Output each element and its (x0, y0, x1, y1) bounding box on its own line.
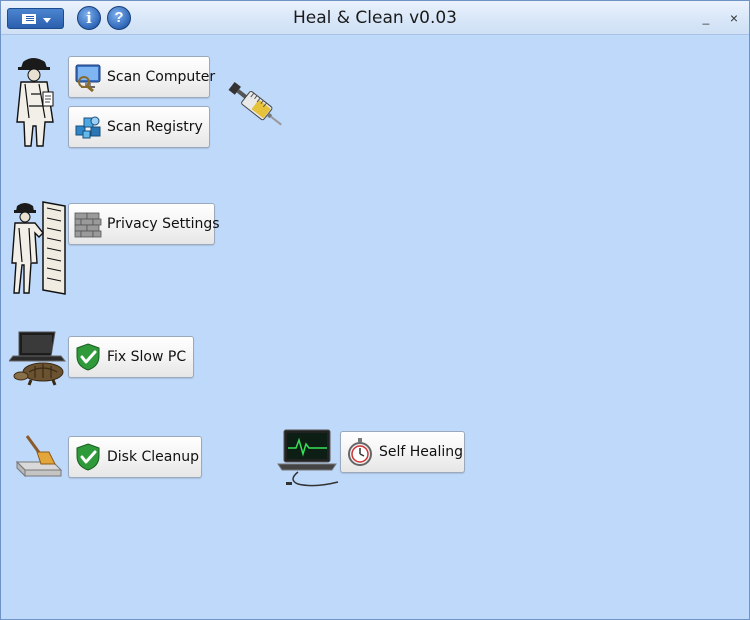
main-panel: Scan Computer Scan Registry Privacy Sett… (1, 36, 749, 619)
syringe-icon (228, 81, 282, 126)
scan-computer-label: Scan Computer (107, 69, 216, 85)
detective-icon (16, 58, 54, 147)
window-title: Heal & Clean v0.03 (292, 8, 457, 28)
close-button[interactable]: × (726, 11, 742, 25)
detective-door-icon (11, 201, 66, 295)
privacy-settings-button[interactable]: Privacy Settings (68, 203, 220, 245)
fix-slow-pc-button[interactable]: Fix Slow PC (68, 336, 194, 378)
disk-cleanup-label: Disk Cleanup (107, 449, 200, 465)
brick-wall-icon (74, 212, 102, 238)
stopwatch-icon (348, 438, 372, 466)
minimize-button[interactable]: _ (698, 11, 714, 25)
scan-registry-button[interactable]: Scan Registry (68, 106, 210, 148)
scan-registry-label: Scan Registry (107, 119, 203, 135)
scan-computer-button[interactable]: Scan Computer (68, 56, 215, 98)
privacy-settings-label: Privacy Settings (107, 216, 220, 232)
self-healing-label: Self Healing (379, 444, 464, 460)
app-window: i ? Heal & Clean v0.03 _ × Scan Computer… (0, 0, 750, 620)
fix-slow-pc-label: Fix Slow PC (107, 349, 187, 365)
registry-cubes-icon (75, 116, 101, 139)
disk-cleanup-button[interactable]: Disk Cleanup (68, 436, 202, 478)
monitor-magnifier-icon (75, 64, 101, 92)
laptop-turtle-icon (9, 331, 67, 386)
title-bar: i ? Heal & Clean v0.03 _ × (1, 1, 749, 35)
self-healing-button[interactable]: Self Healing (340, 431, 465, 473)
disk-broom-icon (15, 435, 63, 478)
green-shield-check-icon (76, 343, 100, 371)
green-shield-check-icon (76, 443, 100, 471)
heart-monitor-laptop-icon (277, 429, 339, 487)
